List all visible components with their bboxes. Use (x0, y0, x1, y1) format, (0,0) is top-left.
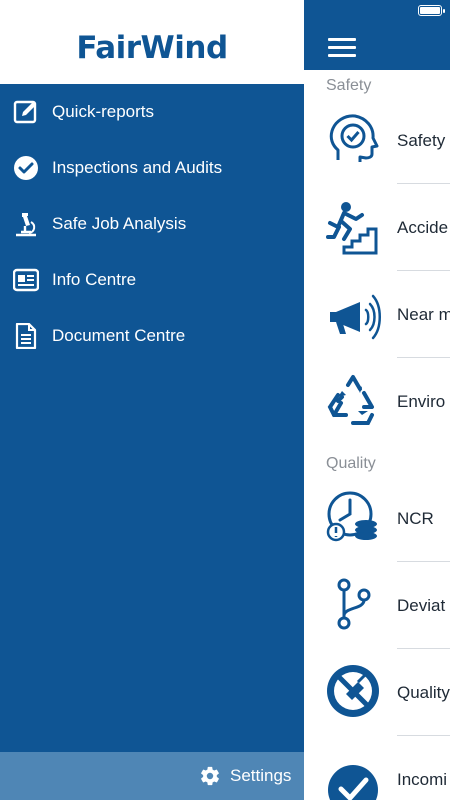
list-item-ncr[interactable]: NCR (304, 476, 450, 562)
list-item-safety[interactable]: Safety (304, 98, 450, 184)
list-item-deviation[interactable]: Deviat (304, 563, 450, 649)
settings-button[interactable]: Settings (0, 752, 304, 800)
drawer-item-label: Quick-reports (52, 102, 155, 121)
check-badge-icon (328, 765, 378, 800)
drawer-item-label: Inspections and Audits (52, 158, 223, 177)
no-broom-icon (327, 665, 379, 717)
drawer-item-quick-reports[interactable]: Quick-reports (0, 84, 304, 140)
list-item-incoming[interactable]: Incomi (304, 737, 450, 800)
drawer-item-inspections[interactable]: Inspections and Audits (0, 140, 304, 196)
drawer-item-label: Document Centre (52, 326, 186, 345)
drawer-item-safe-job-analysis[interactable]: Safe Job Analysis (0, 196, 304, 252)
list-item-quality[interactable]: Quality (304, 650, 450, 736)
head-check-icon (329, 114, 379, 162)
document-icon (15, 323, 37, 349)
clock-coins-icon (326, 491, 377, 542)
list-item-label: Incomi (397, 770, 448, 789)
section-label-quality: Quality (326, 455, 376, 472)
drawer-item-label: Info Centre (52, 270, 137, 289)
list-item-accidents[interactable]: Accide (304, 185, 450, 271)
main-content: Safety Safety Accide Near m Enviro Quali… (304, 0, 450, 800)
drawer-item-label: Safe Job Analysis (52, 214, 187, 233)
list-item-environment[interactable]: Enviro (304, 359, 450, 445)
list-item-label: NCR (397, 509, 434, 528)
list-item-label: Enviro (397, 392, 446, 411)
hamburger-menu-icon[interactable] (328, 38, 356, 58)
list-item-label: Safety (397, 131, 446, 150)
app-bar (304, 0, 450, 70)
list-item-label: Quality (397, 683, 450, 702)
drawer-item-document-centre[interactable]: Document Centre (0, 308, 304, 364)
news-card-icon (13, 268, 39, 292)
list-item-label: Near m (397, 305, 450, 324)
microscope-icon (16, 213, 36, 237)
drawer-header: FairWind (0, 0, 304, 84)
drawer-item-info-centre[interactable]: Info Centre (0, 252, 304, 308)
battery-icon (418, 5, 445, 16)
fairwind-logo: FairWind (76, 30, 228, 66)
section-label-safety: Safety (326, 77, 372, 94)
check-circle-icon (14, 156, 38, 180)
falling-stairs-icon (326, 202, 378, 255)
recycle-icon (327, 375, 374, 425)
settings-label: Settings (230, 766, 292, 785)
branch-icon (337, 578, 371, 630)
list-item-near-miss[interactable]: Near m (304, 272, 450, 358)
list-item-label: Accide (397, 218, 449, 237)
list-item-label: Deviat (397, 596, 446, 615)
megaphone-icon (330, 294, 381, 340)
edit-icon (13, 100, 37, 124)
navigation-drawer: FairWind Quick-reports Inspections and A… (0, 0, 304, 800)
gear-icon (201, 766, 219, 786)
